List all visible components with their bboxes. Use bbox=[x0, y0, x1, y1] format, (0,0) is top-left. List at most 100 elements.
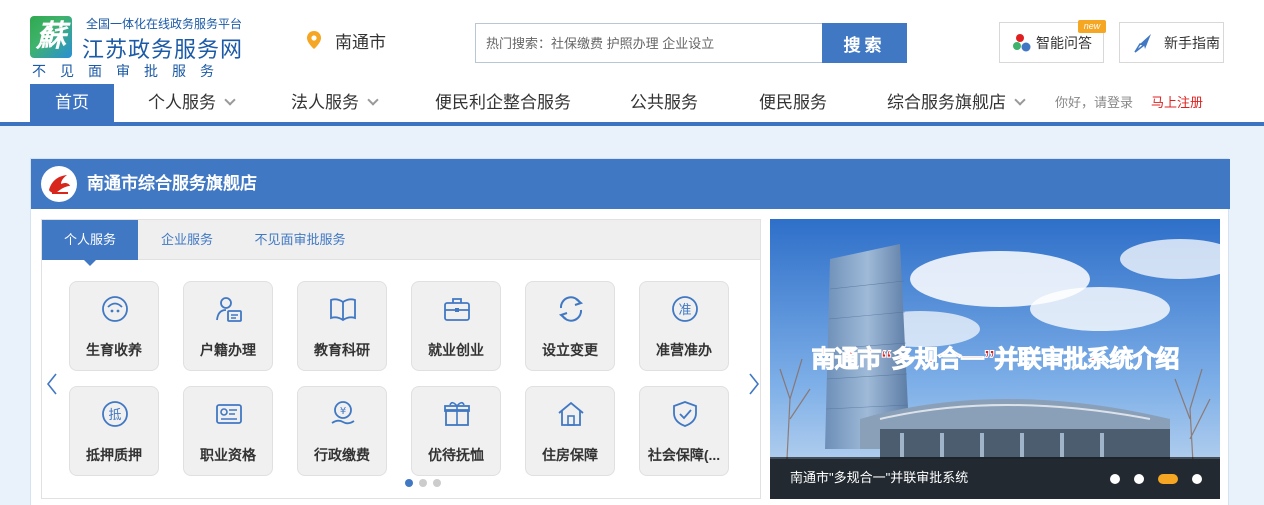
service-label: 户籍办理 bbox=[200, 342, 256, 358]
service-tile-permit[interactable]: 准 准营准办 bbox=[639, 281, 729, 371]
tab-enterprise[interactable]: 企业服务 bbox=[148, 220, 226, 260]
logo-glyph: 蘇 bbox=[36, 19, 66, 54]
pager-dot[interactable] bbox=[419, 479, 427, 487]
tab-no-meeting-approval[interactable]: 不见面审批服务 bbox=[244, 220, 356, 260]
nav-personal-label: 个人服务 bbox=[148, 93, 216, 112]
service-tile-education[interactable]: 教育科研 bbox=[297, 281, 387, 371]
tab-personal[interactable]: 个人服务 bbox=[42, 220, 138, 266]
city-name: 南通市 bbox=[335, 32, 386, 52]
nav-integrated-services[interactable]: 便民利企整合服务 bbox=[435, 84, 571, 122]
mortgage-icon: 抵 bbox=[102, 401, 128, 427]
search-box: 搜索 bbox=[475, 23, 907, 63]
nav-corporate-services[interactable]: 法人服务 bbox=[291, 84, 379, 122]
payment-icon: ¥ bbox=[331, 401, 355, 425]
nav-convenience-label: 便民服务 bbox=[759, 93, 827, 112]
service-label: 行政缴费 bbox=[314, 447, 370, 463]
nav-personal-services[interactable]: 个人服务 bbox=[148, 84, 236, 122]
site-title: 江苏政务服务网 bbox=[82, 37, 244, 62]
service-tile-social-security[interactable]: 社会保障(... bbox=[639, 386, 729, 476]
carousel-dot[interactable] bbox=[1192, 474, 1202, 484]
service-label: 住房保障 bbox=[542, 447, 598, 463]
next-arrow-icon[interactable] bbox=[748, 372, 760, 396]
search-button[interactable]: 搜索 bbox=[822, 23, 907, 63]
panel-title: 南通市综合服务旗舰店 bbox=[87, 174, 257, 193]
service-tile-mortgage[interactable]: 抵 抵押质押 bbox=[69, 386, 159, 476]
nav-convenience-services[interactable]: 便民服务 bbox=[759, 84, 827, 122]
register-link[interactable]: 马上注册 bbox=[1151, 84, 1203, 122]
certificate-icon bbox=[216, 404, 242, 424]
party-emblem-icon bbox=[41, 166, 77, 202]
site-header: 蘇 全国一体化在线政务服务平台 江苏政务服务网 不见面审批服务 南通市 搜索 智… bbox=[0, 0, 1264, 84]
main-nav: 首页 个人服务 法人服务 便民利企整合服务 公共服务 便民服务 综合服务旗舰店 … bbox=[0, 84, 1264, 126]
banner-headline: 南通市“多规合一”并联审批系统介绍 bbox=[811, 346, 1180, 374]
ai-qa-label: 智能问答 bbox=[1036, 34, 1092, 51]
gift-icon bbox=[444, 401, 470, 426]
site-slogan: 不见面审批服务 bbox=[32, 63, 228, 79]
compass-icon bbox=[1134, 33, 1151, 53]
site-logo[interactable]: 蘇 全国一体化在线政务服务平台 江苏政务服务网 不见面审批服务 bbox=[30, 14, 280, 79]
service-label: 生育收养 bbox=[86, 342, 142, 358]
service-label: 就业创业 bbox=[428, 342, 484, 358]
household-icon bbox=[216, 297, 242, 322]
ai-assistant-icon bbox=[1013, 33, 1031, 51]
service-tile-establish-change[interactable]: 设立变更 bbox=[525, 281, 615, 371]
book-icon bbox=[330, 298, 356, 322]
carousel-dot[interactable] bbox=[1134, 474, 1144, 484]
promo-banner[interactable]: 南通市“多规合一”并联审批系统介绍 南通市"多规合一"并联审批系统 bbox=[770, 219, 1220, 499]
login-link[interactable]: 你好，请登录 bbox=[1055, 84, 1133, 122]
nav-home-label: 首页 bbox=[55, 93, 89, 112]
service-tile-preferential[interactable]: 优待抚恤 bbox=[411, 386, 501, 476]
service-tile-qualification[interactable]: 职业资格 bbox=[183, 386, 273, 476]
service-label: 准营准办 bbox=[656, 342, 712, 358]
service-tile-household[interactable]: 户籍办理 bbox=[183, 281, 273, 371]
panel-header: 南通市综合服务旗舰店 bbox=[31, 159, 1230, 209]
service-label: 职业资格 bbox=[200, 447, 256, 463]
service-label: 社会保障(... bbox=[647, 447, 721, 463]
banner-caption: 南通市"多规合一"并联审批系统 bbox=[790, 470, 969, 485]
service-tile-admin-fee[interactable]: ¥ 行政缴费 bbox=[297, 386, 387, 476]
service-label: 设立变更 bbox=[542, 342, 598, 358]
service-tabs: 个人服务 企业服务 不见面审批服务 bbox=[42, 220, 760, 266]
carousel-dot[interactable] bbox=[1110, 474, 1120, 484]
nav-flagship-store[interactable]: 综合服务旗舰店 bbox=[887, 84, 1026, 122]
shield-icon bbox=[673, 401, 697, 427]
prev-arrow-icon[interactable] bbox=[46, 372, 58, 396]
flagship-panel: 南通市综合服务旗舰店 个人服务 企业服务 不见面审批服务 生育收养 户籍办理 教… bbox=[30, 158, 1230, 505]
service-label: 抵押质押 bbox=[86, 447, 142, 463]
search-input[interactable] bbox=[475, 23, 823, 63]
jiangsu-logo-icon: 蘇 bbox=[30, 16, 72, 58]
briefcase-icon bbox=[444, 298, 470, 321]
main-content: 南通市综合服务旗舰店 个人服务 企业服务 不见面审批服务 生育收养 户籍办理 教… bbox=[0, 126, 1264, 505]
svg-text:抵: 抵 bbox=[108, 408, 121, 423]
ai-qa-button[interactable]: 智能问答 new bbox=[999, 20, 1106, 63]
banner-caption-bar: 南通市"多规合一"并联审批系统 bbox=[770, 457, 1220, 499]
new-badge: new bbox=[1078, 20, 1106, 33]
service-label: 优待抚恤 bbox=[428, 447, 484, 463]
service-label: 教育科研 bbox=[314, 342, 370, 358]
nav-corporate-label: 法人服务 bbox=[291, 93, 359, 112]
chevron-down-icon bbox=[224, 94, 236, 106]
house-icon bbox=[558, 401, 584, 426]
pager-dot[interactable] bbox=[433, 479, 441, 487]
nav-public-services[interactable]: 公共服务 bbox=[630, 84, 698, 122]
nav-flagship-label: 综合服务旗舰店 bbox=[887, 93, 1006, 112]
service-tile-birth-adoption[interactable]: 生育收养 bbox=[69, 281, 159, 371]
nav-public-label: 公共服务 bbox=[630, 93, 698, 112]
city-selector[interactable]: 南通市 bbox=[307, 29, 386, 52]
guide-button[interactable]: 新手指南 bbox=[1119, 22, 1224, 63]
carousel-dot-active[interactable] bbox=[1158, 474, 1178, 484]
svg-text:准: 准 bbox=[678, 303, 691, 318]
refresh-icon bbox=[558, 296, 584, 322]
service-tile-housing[interactable]: 住房保障 bbox=[525, 386, 615, 476]
chevron-down-icon bbox=[367, 94, 379, 106]
service-box: 个人服务 企业服务 不见面审批服务 生育收养 户籍办理 教育科研 就业创业 设立… bbox=[41, 219, 761, 499]
nav-home[interactable]: 首页 bbox=[30, 84, 114, 122]
location-pin-icon bbox=[307, 31, 321, 49]
service-tile-employment[interactable]: 就业创业 bbox=[411, 281, 501, 371]
baby-icon bbox=[102, 296, 128, 322]
nav-integrated-label: 便民利企整合服务 bbox=[435, 93, 571, 112]
svg-text:¥: ¥ bbox=[340, 406, 346, 417]
approve-icon: 准 bbox=[672, 296, 698, 322]
chevron-down-icon bbox=[1014, 94, 1026, 106]
pager-dot[interactable] bbox=[405, 479, 413, 487]
